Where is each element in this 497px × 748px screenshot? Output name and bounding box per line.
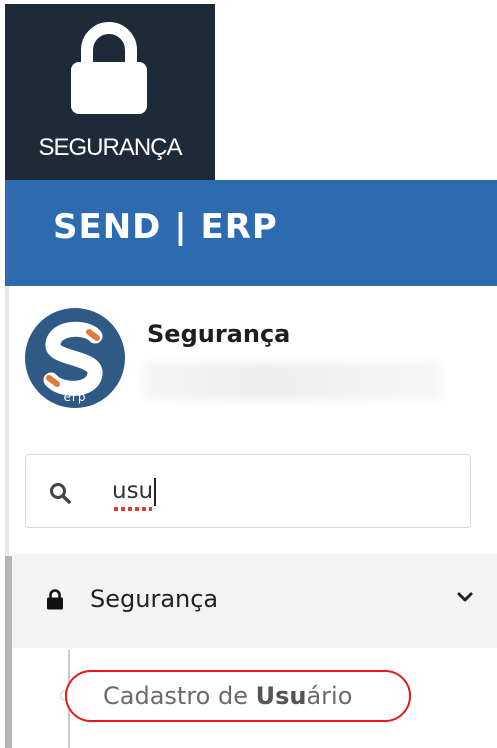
security-module-tile[interactable]: SEGURANÇA [5, 4, 215, 180]
menu-group-label: Segurança [90, 585, 219, 613]
search-input[interactable] [112, 475, 412, 507]
profile-name: Segurança [147, 320, 291, 348]
search-match-highlight: Usu [255, 682, 307, 710]
sidebar: erp Segurança Segurança [5, 286, 497, 748]
submenu-item-cadastro-usuario[interactable]: Cadastro de Usuário [65, 670, 411, 722]
avatar-text: erp [64, 390, 87, 404]
avatar[interactable]: erp [25, 308, 125, 408]
app-header: SEND | ERP [5, 180, 497, 286]
app-brand: SEND | ERP [53, 207, 278, 247]
text-caret [154, 478, 156, 506]
menu-group-seguranca[interactable]: Segurança [12, 554, 497, 648]
lock-icon [69, 22, 149, 117]
spellcheck-underline [114, 507, 152, 511]
label-suffix: ário [306, 682, 353, 710]
lock-icon [46, 588, 64, 610]
erp-logo-icon: erp [43, 321, 103, 404]
sidebar-scrollbar[interactable] [5, 556, 12, 748]
search-box[interactable] [25, 454, 471, 528]
label-prefix: Cadastro de [103, 682, 256, 710]
search-icon[interactable] [48, 481, 72, 505]
submenu-item-label: Cadastro de Usuário [103, 682, 352, 710]
chevron-down-icon[interactable] [456, 590, 474, 604]
module-tile-label: SEGURANÇA [38, 134, 182, 161]
profile-subtitle-blurred [143, 362, 443, 400]
